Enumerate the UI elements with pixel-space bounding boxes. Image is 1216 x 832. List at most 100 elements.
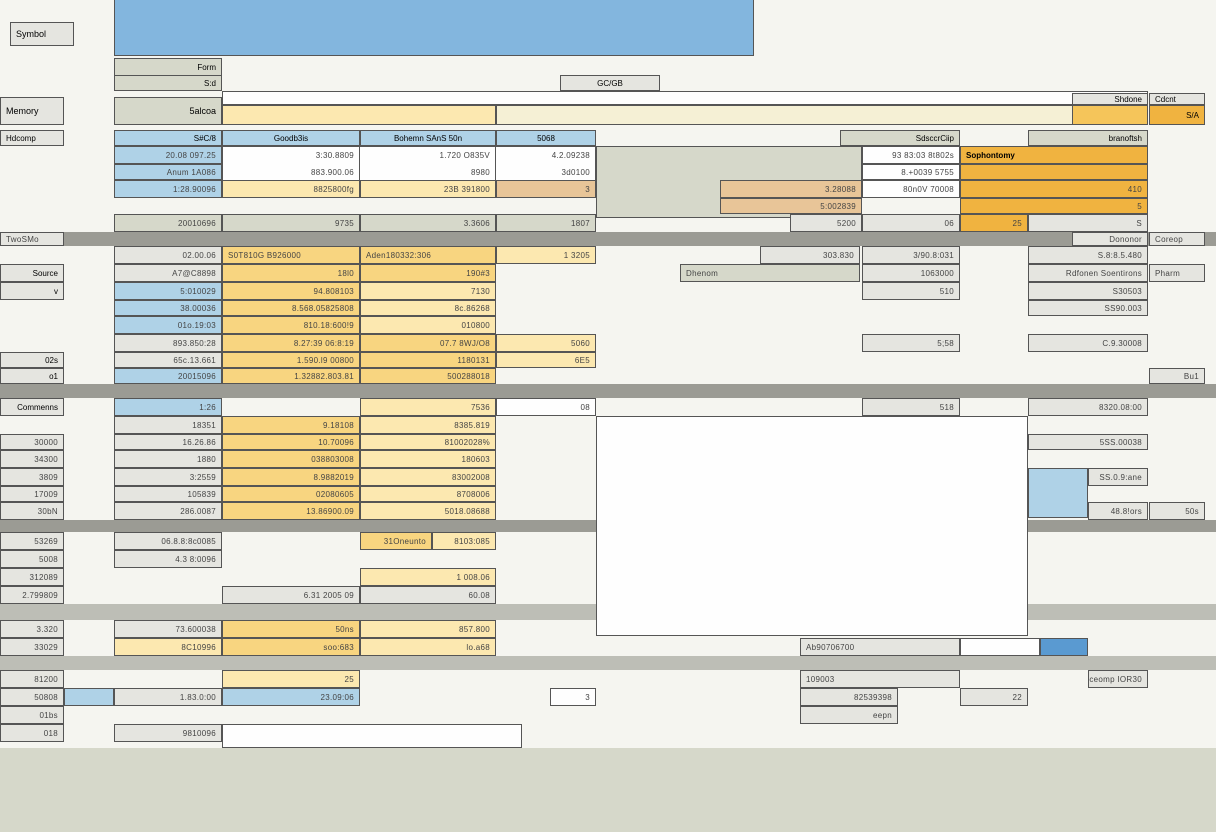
c1r14[interactable]: 18351 — [114, 416, 222, 434]
c3r21[interactable]: 8103:085 — [432, 532, 496, 550]
c1r12[interactable]: 20015096 — [114, 368, 222, 384]
c6r9[interactable]: SS90.003 — [1028, 300, 1148, 316]
v312089[interactable]: 312089 — [0, 568, 64, 586]
c2r9[interactable]: 810.18:600!9 — [222, 316, 360, 334]
c6r8[interactable]: S30503 — [1028, 282, 1148, 300]
c1r5[interactable]: 02.00.06 — [114, 246, 222, 264]
c5r13[interactable]: 5;58 — [862, 334, 960, 352]
c6r4[interactable]: S — [1028, 214, 1148, 232]
v018[interactable]: 018 — [0, 724, 64, 742]
c6r3[interactable]: 25 — [960, 214, 1028, 232]
c1r20[interactable]: 06.8.8:8c0085 — [114, 532, 222, 550]
v81200[interactable]: 81200 — [0, 670, 64, 688]
c2r14[interactable]: 10.70096 — [222, 434, 360, 450]
col3-head[interactable]: Bohemn SAnS 50n — [360, 130, 496, 146]
v33029[interactable]: 33029 — [0, 638, 64, 656]
col4-head[interactable]: 5068 — [496, 130, 596, 146]
c3r5[interactable]: Aden180332:306 — [360, 246, 496, 264]
c5r8[interactable]: 303.830 — [760, 246, 860, 264]
c3r19[interactable]: 5018.08688 — [360, 502, 496, 520]
c4r8[interactable]: 08 — [496, 398, 596, 416]
v2799809[interactable]: 2.799809 — [0, 586, 64, 604]
c1r2[interactable]: Anum 1A086 — [114, 164, 222, 180]
c5r4a[interactable]: 5:002839 — [720, 198, 862, 214]
v5008[interactable]: 5008 — [0, 550, 64, 568]
c3r7[interactable]: 7130 — [360, 282, 496, 300]
c1r4[interactable]: 20010696 — [114, 214, 222, 232]
c2r3[interactable]: 8825800fg — [222, 180, 360, 198]
c4r3[interactable]: 3 — [496, 180, 596, 198]
c1r25[interactable]: 9810096 — [114, 724, 222, 742]
c3r12[interactable]: 500288018 — [360, 368, 496, 384]
c3r14[interactable]: 8385.819 — [360, 416, 496, 434]
c6r13[interactable]: SS.0.9:ane — [1088, 468, 1148, 486]
v53269[interactable]: 53269 — [0, 532, 64, 550]
c3r9[interactable]: 010800 — [360, 316, 496, 334]
v30bn[interactable]: 30bN — [0, 502, 64, 520]
white-row-1[interactable] — [222, 91, 1148, 105]
c3r4[interactable]: 3.3606 — [360, 214, 496, 232]
cream-row-1[interactable] — [496, 105, 1148, 125]
c6r7[interactable]: Rdfonen Soentirons — [1028, 264, 1148, 282]
c5r2[interactable]: 8.+0039 5755 — [862, 164, 960, 180]
c1r23[interactable]: 8C10996 — [114, 638, 222, 656]
c6r16[interactable]: 22 — [960, 688, 1028, 706]
c2r16[interactable]: 8.9882019 — [222, 468, 360, 486]
c1r3[interactable]: 1:28.90096 — [114, 180, 222, 198]
c1r13[interactable]: 1:26 — [114, 398, 222, 416]
c1r22[interactable]: 73.600038 — [114, 620, 222, 638]
c2r21t[interactable]: soo:683 — [222, 638, 360, 656]
c2r13[interactable]: 9.18108 — [222, 416, 360, 434]
c2r22[interactable]: 23.09:06 — [222, 688, 360, 706]
v3320[interactable]: 3.320 — [0, 620, 64, 638]
c5r18[interactable]: eepn — [800, 706, 898, 724]
c2r8[interactable]: 8.568.05825808 — [222, 300, 360, 316]
c5r3a[interactable]: 3.28088 — [720, 180, 862, 198]
c2r4[interactable]: 9735 — [222, 214, 360, 232]
c1r10[interactable]: 893.850:28 — [114, 334, 222, 352]
c1r17[interactable]: 3:2559 — [114, 468, 222, 486]
v34300[interactable]: 34300 — [0, 450, 64, 468]
c3r1[interactable]: 1.720 O835V — [360, 146, 496, 164]
c3r13[interactable]: 7536 — [360, 398, 496, 416]
c3r16[interactable]: 180603 — [360, 450, 496, 468]
v50808[interactable]: 50808 — [0, 688, 64, 706]
c4r2[interactable]: 3d0100 — [496, 164, 596, 180]
c6r6[interactable]: S.8:8.5.480 — [1028, 246, 1148, 264]
c3r24[interactable]: 857.800 — [360, 620, 496, 638]
c5r16[interactable]: 109003 — [800, 670, 960, 688]
c2r2[interactable]: 883.900.06 — [222, 164, 360, 180]
c4r6[interactable]: 5060 — [496, 334, 596, 352]
v01bs[interactable]: 01bs — [0, 706, 64, 724]
c3r23[interactable]: 60.08 — [360, 586, 496, 604]
c2r11[interactable]: 1.590.l9 00800 — [222, 352, 360, 368]
c1r19[interactable]: 286.0087 — [114, 502, 222, 520]
c3r22[interactable]: 1 008.06 — [360, 568, 496, 586]
c2r5[interactable]: S0T810G B926000 — [222, 246, 360, 264]
col5-head[interactable]: SdsccrCiip — [840, 130, 960, 146]
v30000[interactable]: 30000 — [0, 434, 64, 450]
c5r12[interactable]: 510 — [862, 282, 960, 300]
col6-head[interactable]: branoftsh — [1028, 130, 1148, 146]
c1r18[interactable]: 105839 — [114, 486, 222, 502]
c5r14[interactable]: 518 — [862, 398, 960, 416]
symbol-cell[interactable]: Symbol — [10, 22, 74, 46]
c4r10[interactable]: lo.a68 — [360, 638, 496, 656]
c4r5[interactable]: 1 3205 — [496, 246, 596, 264]
c2r15[interactable]: 038803008 — [222, 450, 360, 468]
white-cell-1[interactable] — [960, 638, 1040, 656]
yellow-row-1[interactable] — [222, 105, 496, 125]
c4r11[interactable]: 3 — [550, 688, 596, 706]
c2r7[interactable]: 94.808103 — [222, 282, 360, 300]
c3r15[interactable]: 81002028% — [360, 434, 496, 450]
c6r2[interactable]: 5 — [960, 198, 1148, 214]
c5r5b[interactable]: 06 — [862, 214, 960, 232]
c1r24[interactable]: 1.83.0:00 — [114, 688, 222, 706]
c1r9[interactable]: 01o.19:03 — [114, 316, 222, 334]
c1r11[interactable]: 65c.13.661 — [114, 352, 222, 368]
c6r15[interactable]: Eceomp IOR30 — [1088, 670, 1148, 688]
white-bottom-row[interactable] — [222, 724, 522, 748]
v3809[interactable]: 3809 — [0, 468, 64, 486]
c5r3b[interactable]: 80n0V 70008 — [862, 180, 960, 198]
c6r10[interactable]: C.9.30008 — [1028, 334, 1148, 352]
